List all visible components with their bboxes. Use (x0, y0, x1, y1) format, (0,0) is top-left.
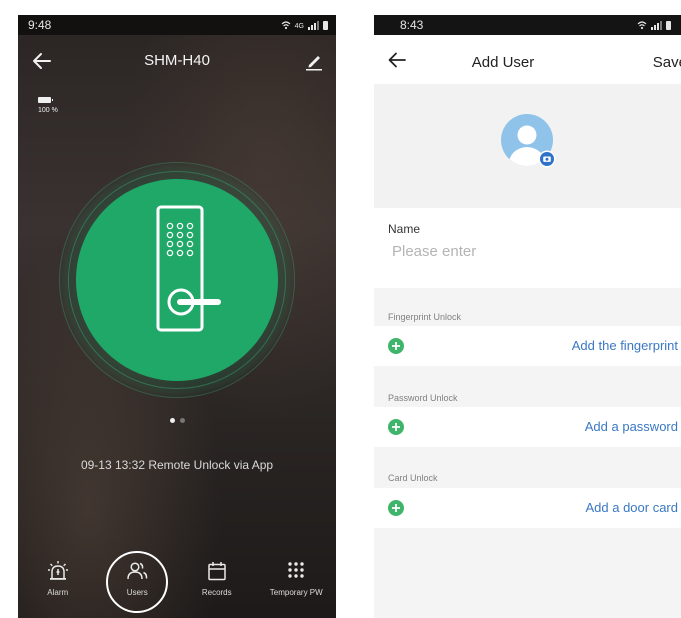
unlock-button[interactable] (59, 162, 295, 398)
lock-detail-screen: 9:48 4G SHM-H40 100 % 09-13 13:32 Remote… (18, 15, 336, 618)
battery-percent: 100 % (38, 107, 58, 114)
name-input[interactable] (392, 243, 652, 260)
add-password-row[interactable]: Add a password (374, 407, 681, 447)
edit-pencil-icon[interactable] (304, 49, 324, 71)
bottom-navigation: Alarm Users Records Temporary PW (18, 550, 336, 618)
battery-indicator: 100 % (38, 97, 58, 114)
avatar-section (374, 84, 681, 208)
page-dot-active (169, 418, 175, 423)
nav-users[interactable]: Users (98, 550, 178, 618)
nav-label-alarm: Alarm (47, 588, 69, 597)
plus-icon (388, 419, 404, 435)
door-lock-icon (156, 205, 221, 332)
signal-icon (651, 20, 662, 30)
status-bar: 9:48 4G (18, 15, 336, 35)
save-button[interactable]: Save (653, 54, 681, 71)
password-caption: Password Unlock (388, 393, 458, 403)
signal-icon (308, 20, 319, 30)
nav-alarm[interactable]: Alarm (18, 550, 98, 618)
name-label: Name (388, 222, 421, 236)
device-title: SHM-H40 (144, 52, 210, 69)
avatar-upload[interactable] (500, 113, 563, 176)
network-type: 4G (294, 23, 304, 30)
plus-icon (388, 500, 404, 516)
wifi-icon (281, 21, 291, 30)
nav-label-users: Users (126, 588, 148, 597)
nav-label-temporary-pw: Temporary PW (269, 588, 323, 597)
nav-records[interactable]: Records (177, 550, 257, 618)
plus-icon (388, 338, 404, 354)
status-time: 8:43 (400, 18, 424, 32)
status-time: 9:48 (28, 18, 52, 32)
page-indicator (18, 418, 336, 423)
page-title: Add User (471, 54, 535, 71)
users-icon (127, 562, 148, 580)
add-password-link[interactable]: Add a password (585, 419, 678, 434)
calendar-icon (208, 562, 226, 581)
add-fingerprint-link[interactable]: Add the fingerprint (572, 338, 678, 353)
app-header: Add User Save (374, 35, 681, 84)
add-fingerprint-row[interactable]: Add the fingerprint (374, 326, 681, 366)
nav-label-records: Records (201, 588, 232, 597)
add-user-screen: 8:43 Add User Save (374, 15, 681, 618)
status-battery-icon (323, 21, 328, 30)
add-door-card-link[interactable]: Add a door card (585, 500, 678, 515)
name-section: Name (374, 208, 681, 288)
add-card-row[interactable]: Add a door card (374, 488, 681, 528)
nav-temporary-pw[interactable]: Temporary PW (257, 550, 337, 618)
empty-area (374, 530, 681, 618)
battery-icon (38, 97, 53, 103)
status-battery-icon (666, 21, 671, 30)
alarm-icon (47, 561, 68, 580)
fingerprint-caption: Fingerprint Unlock (388, 312, 462, 322)
card-caption: Card Unlock (388, 473, 438, 483)
wifi-icon (637, 21, 647, 30)
last-record-text: 09-13 13:32 Remote Unlock via App (80, 458, 274, 472)
status-bar: 8:43 (374, 15, 681, 35)
page-dot (179, 418, 185, 423)
keypad-icon (288, 562, 304, 578)
